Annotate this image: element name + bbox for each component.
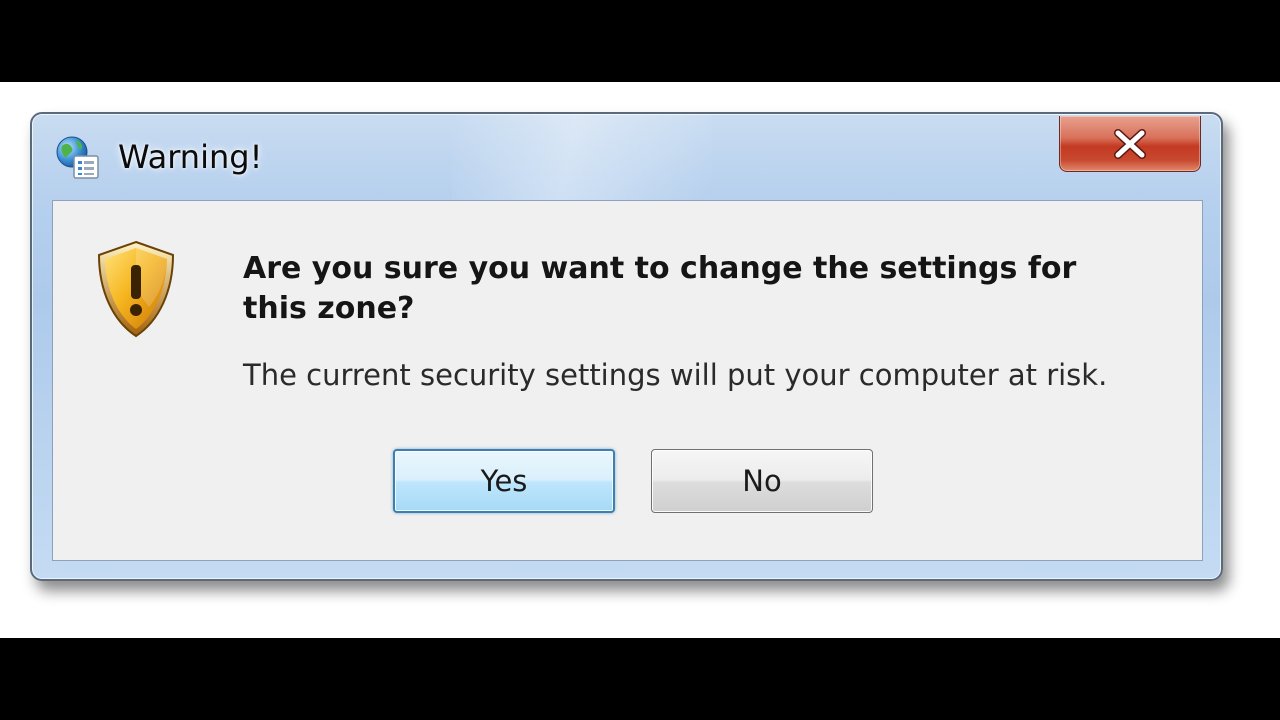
security-shield-warning-icon bbox=[93, 239, 179, 339]
close-icon bbox=[1114, 128, 1146, 159]
letterbox-bottom bbox=[0, 638, 1280, 720]
letterbox-top bbox=[0, 0, 1280, 82]
warning-dialog: Warning! Are you sure you want to change… bbox=[30, 112, 1223, 581]
yes-button[interactable]: Yes bbox=[393, 449, 615, 513]
dialog-content: Are you sure you want to change the sett… bbox=[52, 200, 1203, 561]
close-button[interactable] bbox=[1059, 116, 1201, 172]
title-bar[interactable]: Warning! bbox=[32, 114, 1221, 202]
window-title: Warning! bbox=[118, 138, 263, 176]
no-button[interactable]: No bbox=[651, 449, 873, 513]
content-text: The current security settings will put y… bbox=[243, 358, 1108, 392]
main-instruction: Are you sure you want to change the sett… bbox=[243, 251, 1077, 326]
internet-options-icon bbox=[54, 134, 102, 182]
